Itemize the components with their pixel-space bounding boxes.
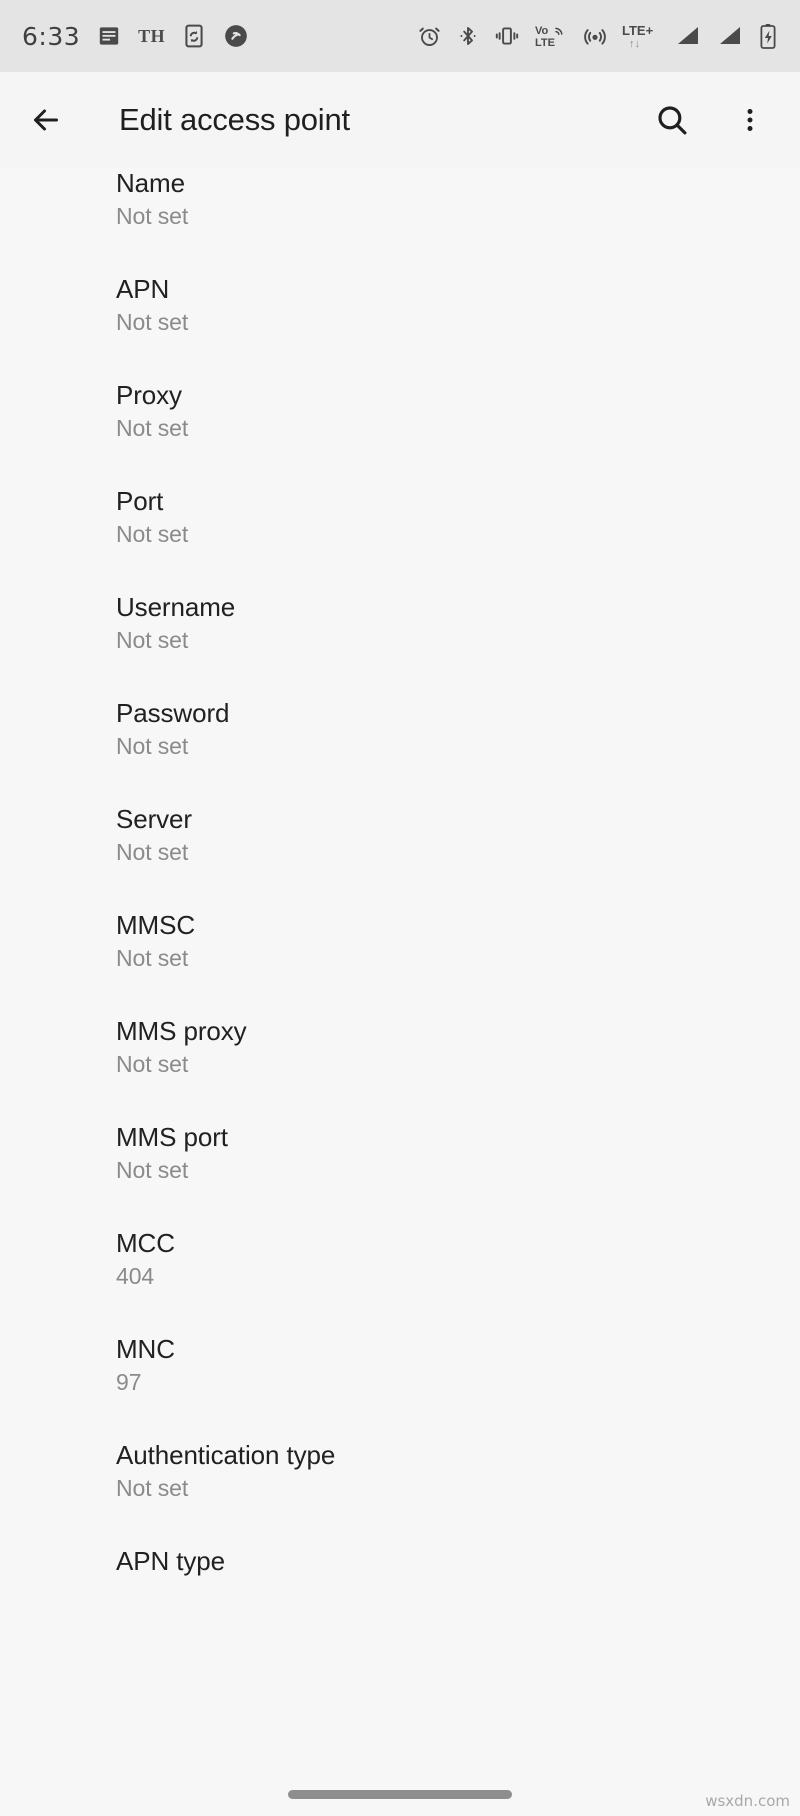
preference-title: MNC [116, 1334, 175, 1364]
preference-summary: 97 [116, 1369, 142, 1395]
preference-summary: Not set [116, 733, 189, 759]
preference-summary: Not set [116, 415, 189, 441]
status-bar: 6:33 TH Vo LTE LTE+ ↑↓ [0, 0, 800, 72]
preference-title: MCC [116, 1228, 175, 1258]
back-button[interactable] [20, 94, 72, 146]
preference-summary: Not set [116, 1051, 189, 1077]
gesture-navigation-pill[interactable] [288, 1790, 512, 1799]
overflow-menu-button[interactable] [728, 98, 772, 142]
preference-item-username[interactable]: Username Not set [0, 592, 800, 698]
status-bar-right-group: Vo LTE LTE+ ↑↓ [417, 22, 778, 50]
shazam-icon [223, 23, 249, 49]
preference-title: Server [116, 804, 192, 834]
more-vertical-icon [747, 109, 753, 131]
preference-item-name[interactable]: Name Not set [0, 168, 800, 274]
lte-plus-icon: LTE+ ↑↓ [622, 22, 660, 50]
preference-item-port[interactable]: Port Not set [0, 486, 800, 592]
preference-list: Name Not set APN Not set Proxy Not set P… [0, 168, 800, 1816]
hotspot-icon [582, 23, 608, 49]
volte-icon: Vo LTE [534, 23, 568, 49]
preference-title: MMSC [116, 910, 196, 940]
preference-item-mmsc[interactable]: MMSC Not set [0, 910, 800, 1016]
preference-item-server[interactable]: Server Not set [0, 804, 800, 910]
app-bar-actions [650, 98, 772, 142]
preference-summary: Not set [116, 627, 189, 653]
svg-text:Vo: Vo [535, 25, 549, 37]
svg-text:LTE: LTE [535, 37, 555, 49]
preference-summary: Not set [116, 309, 189, 335]
preference-summary: Not set [116, 203, 189, 229]
preference-summary: Not set [116, 945, 189, 971]
preference-title: Password [116, 698, 230, 728]
watermark: wsxdn.com [705, 1792, 790, 1810]
status-bar-clock: 6:33 [22, 21, 81, 51]
preference-title: APN type [116, 1546, 226, 1576]
th-text-indicator: TH [138, 25, 166, 46]
alarm-icon [417, 24, 442, 49]
preference-item-password[interactable]: Password Not set [0, 698, 800, 804]
notification-list-icon [96, 23, 122, 49]
preference-item-apn-type[interactable]: APN type [0, 1546, 800, 1652]
preference-item-proxy[interactable]: Proxy Not set [0, 380, 800, 486]
svg-text:LTE+: LTE+ [622, 23, 654, 38]
preference-item-mms-proxy[interactable]: MMS proxy Not set [0, 1016, 800, 1122]
preference-item-mcc[interactable]: MCC 404 [0, 1228, 800, 1334]
preference-title: Name [116, 168, 185, 198]
search-button[interactable] [650, 98, 694, 142]
preference-title: MMS proxy [116, 1016, 247, 1046]
preference-summary: Not set [116, 1475, 189, 1501]
phone-sync-icon [181, 23, 207, 49]
preference-item-authentication-type[interactable]: Authentication type Not set [0, 1440, 800, 1546]
preference-item-mnc[interactable]: MNC 97 [0, 1334, 800, 1440]
preference-item-apn[interactable]: APN Not set [0, 274, 800, 380]
preference-summary: Not set [116, 839, 189, 865]
preference-summary: Not set [116, 1157, 189, 1183]
preference-title: Username [116, 592, 236, 622]
preference-title: MMS port [116, 1122, 228, 1152]
bluetooth-icon [456, 24, 480, 48]
page-title: Edit access point [119, 102, 350, 137]
svg-text:↑↓: ↑↓ [629, 38, 640, 50]
preference-title: Proxy [116, 380, 182, 410]
battery-charging-icon [758, 23, 778, 50]
preference-title: Port [116, 486, 164, 516]
signal-bars-sim1-icon [674, 23, 702, 49]
preference-summary: Not set [116, 521, 189, 547]
back-arrow-icon [34, 109, 58, 131]
signal-bars-sim2-icon [716, 23, 744, 49]
vibrate-icon [494, 23, 520, 49]
preference-title: APN [116, 274, 170, 304]
search-icon [658, 106, 687, 135]
preference-title: Authentication type [116, 1440, 336, 1470]
app-bar: Edit access point [0, 72, 800, 168]
preference-summary: 404 [116, 1263, 155, 1289]
status-bar-left-group: 6:33 TH [22, 22, 249, 51]
preference-item-mms-port[interactable]: MMS port Not set [0, 1122, 800, 1228]
